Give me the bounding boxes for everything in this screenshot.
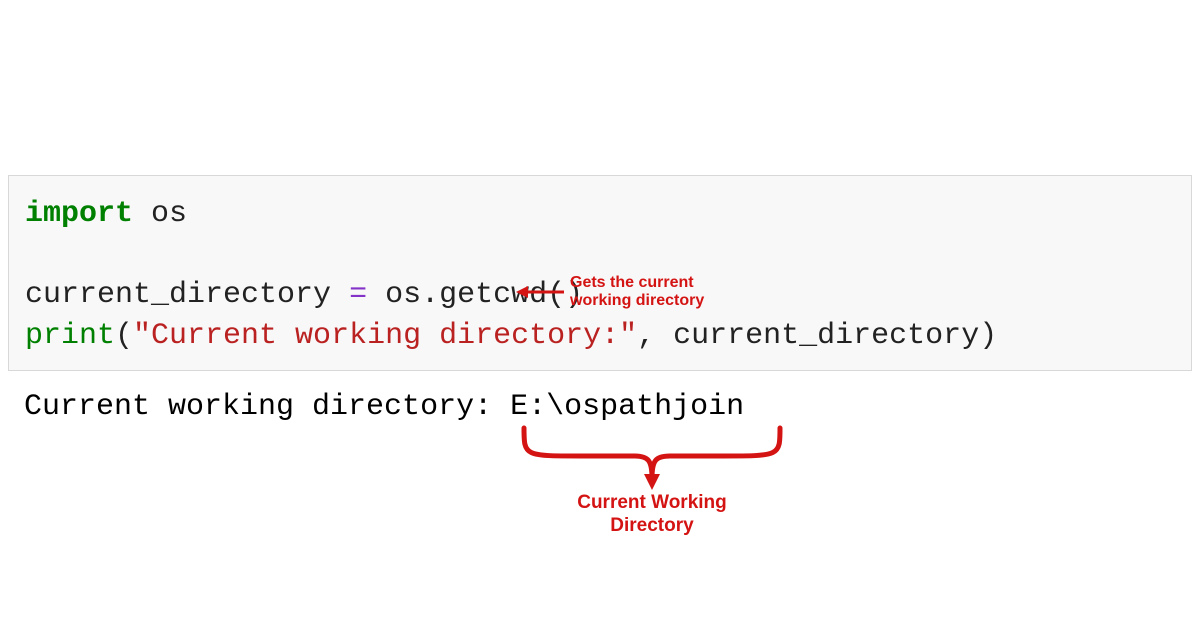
annotation-text-getcwd: Gets the current working directory [570, 274, 704, 311]
annotation-brace-cwd: Current Working Directory [512, 424, 792, 538]
equals-op: = [349, 278, 367, 312]
code-line-blank [25, 235, 1175, 276]
paren-open: ( [115, 319, 133, 353]
annotation-line: Current Working [512, 492, 792, 515]
annotation-arrow-getcwd: Gets the current working directory [516, 274, 704, 311]
keyword-import: import [25, 197, 133, 231]
output-line: Current working directory: E:\ospathjoin [24, 390, 744, 424]
string-literal: "Current working directory:" [133, 319, 637, 353]
code-block: import os current_directory = os.getcwd(… [8, 175, 1192, 371]
code-line-3: print("Current working directory:", curr… [25, 316, 1175, 357]
arrow-left-icon [516, 285, 564, 299]
fn-print: print [25, 319, 115, 353]
var-current-directory: current_directory [25, 278, 349, 312]
paren-close: ) [979, 319, 997, 353]
comma: , [637, 319, 673, 353]
annotation-line: Gets the current [570, 274, 704, 292]
curly-brace-icon [512, 424, 792, 490]
code-line-1: import os [25, 194, 1175, 235]
annotation-text-cwd: Current Working Directory [512, 492, 792, 538]
annotation-line: working directory [570, 292, 704, 310]
annotation-line: Directory [512, 515, 792, 538]
module-os: os [133, 197, 187, 231]
arg-current-directory: current_directory [673, 319, 979, 353]
